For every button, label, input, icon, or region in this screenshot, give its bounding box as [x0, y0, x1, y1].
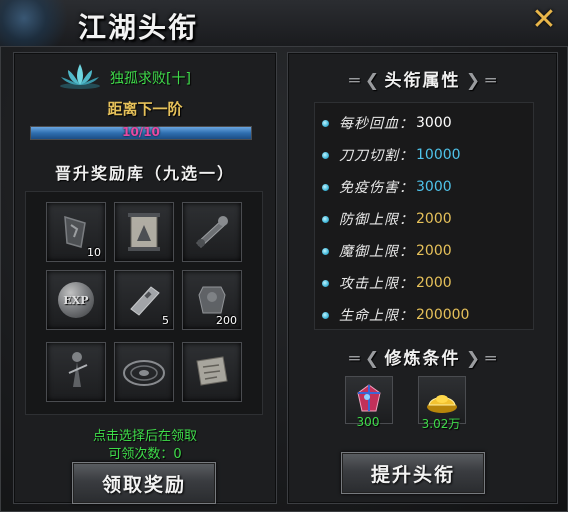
scroll-painting-icon	[128, 213, 160, 251]
attributes-heading: ═ ❮ 头衔属性 ❯ ═	[287, 66, 558, 91]
reward-slot-cannon[interactable]	[182, 202, 242, 262]
current-rank-name: 独孤求败[十]	[110, 71, 191, 87]
reward-slot-rune-stone[interactable]: 10	[46, 202, 106, 262]
lotus-icon	[60, 64, 100, 89]
attribute-value: 2000	[416, 275, 452, 291]
exp-label: EXP	[58, 282, 94, 318]
upgrade-title-button[interactable]: 提升头衔	[341, 452, 485, 494]
bullet-icon	[322, 279, 329, 287]
reward-slot-array-disc[interactable]	[114, 342, 174, 402]
item-quantity: 5	[162, 314, 169, 327]
bullet-icon	[322, 119, 329, 127]
close-icon[interactable]: ✕	[528, 4, 560, 36]
map-scroll-icon	[196, 356, 228, 386]
ornament-right-icon: ❯ ═	[460, 71, 496, 91]
attribute-row: 魔御上限： 2000	[322, 240, 452, 262]
attribute-label: 刀刀切割：	[339, 148, 414, 164]
attribute-label: 魔御上限：	[339, 244, 414, 260]
exp-orb-icon: EXP	[47, 271, 105, 329]
reward-slot-sword-figure[interactable]	[46, 342, 106, 402]
sword-figure-icon	[68, 352, 88, 387]
item-quantity: 200	[216, 314, 237, 327]
requirement-amount: 3.02万	[421, 417, 461, 431]
requirements-heading: ═ ❮ 修炼条件 ❯ ═	[287, 344, 558, 369]
next-rank-label: 距离下一阶	[107, 100, 183, 118]
window-title: 江湖头衔	[78, 11, 199, 44]
bullet-icon	[322, 247, 329, 255]
attribute-value: 2000	[416, 211, 452, 227]
attribute-row: 防御上限： 2000	[322, 208, 452, 230]
attribute-label: 每秒回血：	[339, 116, 414, 132]
claim-count: 可领次数：0	[108, 447, 182, 462]
bullet-icon	[322, 311, 329, 319]
requirements-heading-text: 修炼条件	[384, 349, 461, 369]
reward-slot-armor[interactable]: 200	[182, 270, 242, 330]
requirement-amount: 300	[356, 415, 380, 429]
title-glow-decoration	[0, 0, 80, 46]
bullet-icon	[322, 215, 329, 223]
attribute-value: 200000	[416, 307, 470, 323]
attribute-row: 攻击上限： 2000	[322, 272, 452, 294]
attribute-value: 3000	[416, 179, 452, 195]
bullet-icon	[322, 151, 329, 159]
attribute-value: 3000	[416, 115, 452, 131]
attribute-label: 免疫伤害：	[339, 180, 414, 196]
attributes-heading-text: 头衔属性	[384, 71, 461, 91]
bullet-icon	[322, 183, 329, 191]
attribute-row: 每秒回血： 3000	[322, 112, 452, 134]
claim-hint: 点击选择后在领取	[92, 429, 197, 444]
attribute-label: 攻击上限：	[339, 276, 414, 292]
attribute-value: 2000	[416, 243, 452, 259]
ornament-left-icon: ═ ❮	[349, 71, 385, 91]
attribute-label: 防御上限：	[339, 212, 414, 228]
ornament-left-icon: ═ ❮	[349, 349, 385, 369]
array-disc-icon	[123, 360, 165, 386]
attribute-label: 生命上限：	[339, 308, 414, 324]
reward-slot-map-scroll[interactable]	[182, 342, 242, 402]
ornament-right-icon: ❯ ═	[460, 349, 496, 369]
attribute-row: 免疫伤害： 3000	[322, 176, 452, 198]
progress-text: 10/10	[122, 125, 160, 139]
rank-progress-bar: 10/10	[30, 125, 252, 140]
attribute-row: 刀刀切割： 10000	[322, 144, 461, 166]
reward-slot-exp[interactable]: EXP	[46, 270, 106, 330]
reward-slot-silver-ingot[interactable]: 5	[114, 270, 174, 330]
cannon-icon	[196, 216, 228, 248]
reward-pool-heading: 晋升奖励库（九选一）	[54, 164, 235, 183]
reward-slot-scroll-painting[interactable]	[114, 202, 174, 262]
claim-reward-button[interactable]: 领取奖励	[72, 462, 216, 504]
item-quantity: 10	[87, 246, 101, 259]
attribute-value: 10000	[416, 147, 461, 163]
attribute-row: 生命上限： 200000	[322, 304, 469, 326]
